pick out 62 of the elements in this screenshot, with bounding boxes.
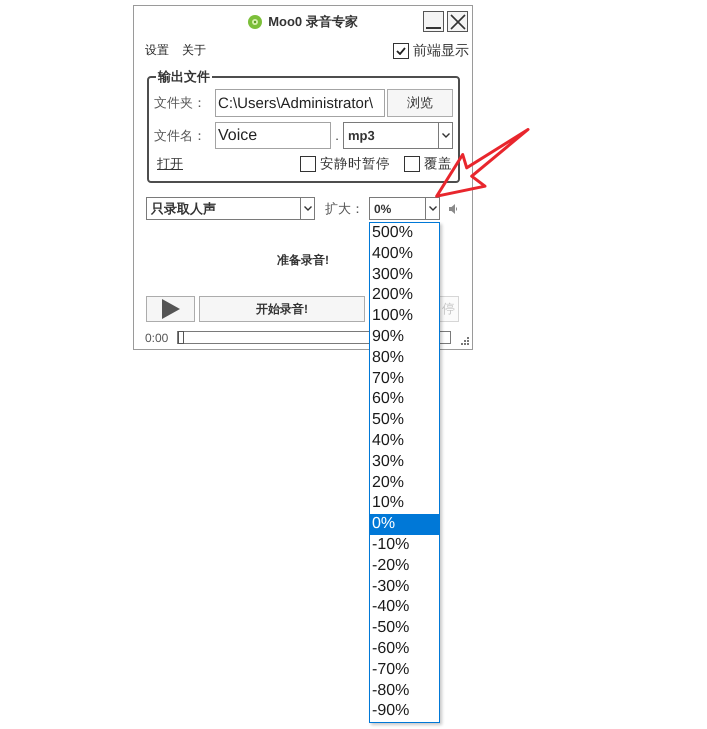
dropdown-option[interactable]: 70% xyxy=(370,368,439,390)
amplify-label: 扩大： xyxy=(325,200,365,218)
checkbox-label: 覆盖 xyxy=(424,155,452,173)
browse-button[interactable]: 浏览 xyxy=(387,89,453,117)
dropdown-option[interactable]: -70% xyxy=(370,660,439,681)
dropdown-option[interactable]: 90% xyxy=(370,326,439,348)
minimize-button[interactable] xyxy=(423,11,444,32)
field-label: 文件名： xyxy=(154,126,207,144)
dropdown-option[interactable]: -20% xyxy=(370,556,439,577)
dropdown-option[interactable]: -60% xyxy=(370,638,439,660)
dropdown-option[interactable]: 40% xyxy=(370,430,439,452)
minimize-icon xyxy=(426,27,441,29)
play-button[interactable] xyxy=(146,296,195,322)
disc-icon xyxy=(248,14,262,28)
mode-dropdown[interactable]: 只录取人声 xyxy=(146,197,315,220)
filename-field[interactable]: Voice xyxy=(215,122,331,149)
dropdown-option[interactable]: -30% xyxy=(370,576,439,598)
dropdown-option[interactable]: 60% xyxy=(370,389,439,410)
time-text: 0:00 xyxy=(145,330,170,344)
group-title: 输出文件 xyxy=(156,69,211,85)
dropdown-option[interactable]: 100% xyxy=(370,306,439,327)
open-link[interactable]: 打开 xyxy=(157,155,183,173)
dropdown-option[interactable]: -80% xyxy=(370,680,439,702)
record-button[interactable]: 开始录音! xyxy=(199,296,365,322)
dropdown-option[interactable]: 0% xyxy=(370,514,439,535)
dropdown-option[interactable]: -90% xyxy=(370,701,439,722)
dropdown-option[interactable]: -10% xyxy=(370,534,439,556)
checkbox[interactable] xyxy=(393,42,409,58)
speaker-icon xyxy=(449,204,457,214)
dropdown-option[interactable]: 20% xyxy=(370,472,439,494)
checkmark-icon xyxy=(396,46,406,54)
dropdown-option[interactable]: 80% xyxy=(370,348,439,369)
checkbox[interactable] xyxy=(300,156,316,172)
extension-separator: . xyxy=(334,128,340,143)
dropdown-option[interactable]: -50% xyxy=(370,618,439,639)
dropdown-option[interactable]: 400% xyxy=(370,244,439,265)
dropdown-option[interactable]: 30% xyxy=(370,452,439,473)
dropdown-option[interactable]: -40% xyxy=(370,597,439,618)
dropdown-option[interactable]: 10% xyxy=(370,493,439,514)
resize-grip-icon xyxy=(461,337,469,345)
field-label: 文件夹： xyxy=(154,94,207,112)
menu-item[interactable]: 设置 xyxy=(145,42,169,59)
close-button[interactable] xyxy=(447,11,468,32)
dropdown-option[interactable]: 300% xyxy=(370,264,439,286)
caret-icon xyxy=(428,206,436,211)
dropdown-option[interactable]: 500% xyxy=(370,223,439,244)
amplify-dropdown[interactable]: 0% xyxy=(369,197,440,220)
seek-thumb[interactable] xyxy=(178,331,184,344)
menu-item[interactable]: 关于 xyxy=(182,42,206,59)
caret-icon xyxy=(442,133,450,138)
folder-field[interactable]: C:\Users\Administrator\ xyxy=(215,89,385,117)
dropdown-option[interactable]: 200% xyxy=(370,285,439,306)
caret-icon xyxy=(304,206,312,211)
window-title: Moo0 录音专家 xyxy=(268,12,358,30)
checkbox[interactable] xyxy=(404,156,420,172)
checkbox-label: 前端显示 xyxy=(413,42,469,60)
format-dropdown[interactable]: mp3 xyxy=(343,122,453,149)
close-icon xyxy=(450,14,466,30)
checkbox-label: 安静时暂停 xyxy=(320,155,390,173)
play-icon xyxy=(162,299,180,319)
dropdown-option[interactable]: 50% xyxy=(370,410,439,431)
status-text: 准备录音! xyxy=(277,252,329,269)
